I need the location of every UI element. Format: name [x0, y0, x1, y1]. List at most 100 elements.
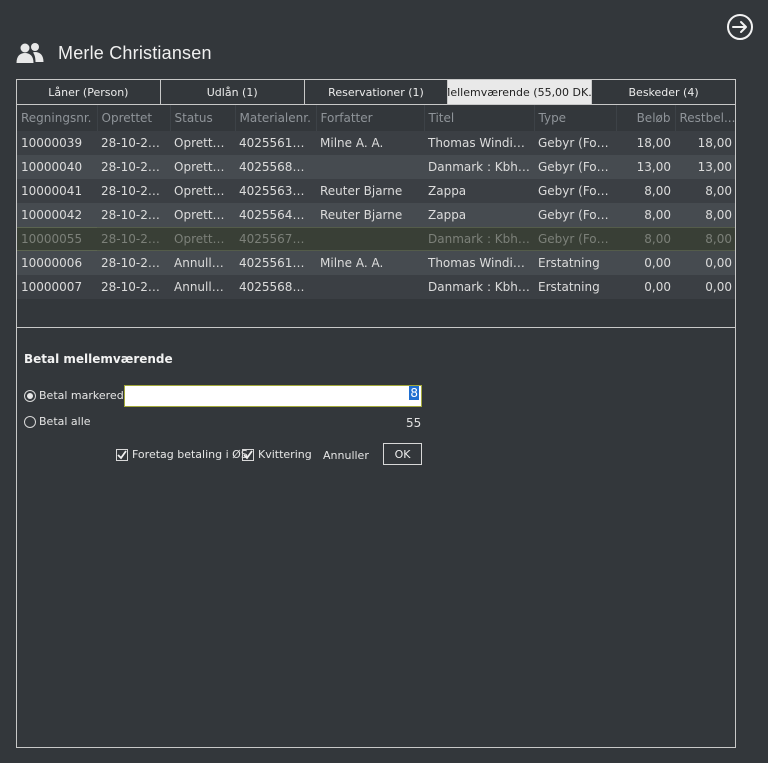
table-cell: 13,00: [675, 155, 735, 179]
arrow-right-icon: [732, 21, 747, 33]
table-cell: 28-10-2015: [97, 131, 170, 155]
pay-amount-value: 8: [409, 386, 419, 400]
table-row[interactable]: 10000042 28-10-2015 Oprettet ... 4025564672…: [17, 203, 735, 227]
tab-reservationer[interactable]: Reservationer (1): [305, 80, 449, 104]
table-cell: Reuter Bjarne: [316, 203, 424, 227]
cancel-button[interactable]: Annuller: [323, 449, 369, 462]
tab-beskeder[interactable]: Beskeder (4): [592, 80, 735, 104]
table-cell: 0,00: [675, 251, 735, 275]
radio-dot-icon: [27, 392, 33, 399]
ok-button[interactable]: OK: [383, 443, 422, 465]
table-cell: 8,00: [675, 203, 735, 227]
table-cell: 28-10-2015: [97, 179, 170, 203]
pay-selected-label: Betal markerede: [39, 389, 131, 402]
column-header[interactable]: Regningsnr.: [17, 105, 98, 131]
table-cell: Thomas Winding l...: [424, 131, 534, 155]
table-cell: Gebyr (For s...: [534, 179, 616, 203]
table-cell: [316, 275, 424, 299]
table-cell: 4025563676: [235, 179, 316, 203]
tab-bar: Låner (Person) Udlån (1) Reservationer (…: [17, 80, 735, 105]
os-payment-checkbox[interactable]: [116, 448, 128, 461]
table-cell: 8,00: [675, 227, 735, 251]
table-cell: 28-10-2015: [97, 155, 170, 179]
table-cell: 0,00: [616, 251, 675, 275]
column-header[interactable]: Titel: [424, 105, 535, 131]
table-cell: Milne A. A.: [316, 251, 424, 275]
pay-selected-radio[interactable]: [24, 389, 36, 402]
pay-all-label: Betal alle: [39, 415, 91, 428]
table-row[interactable]: 10000055 28-10-2015 Oprettet ... 4025567671…: [17, 227, 735, 251]
table-cell: Zappa: [424, 203, 534, 227]
table-cell: Gebyr (For s...: [534, 131, 616, 155]
table-cell: 4025568678: [235, 275, 316, 299]
table-row[interactable]: 10000040 28-10-2015 Oprettet ... 4025568678…: [17, 155, 735, 179]
table-cell: 10000041: [17, 179, 97, 203]
table-cell: 13,00: [616, 155, 675, 179]
column-header[interactable]: Beløb: [616, 105, 676, 131]
table-cell: 4025564672: [235, 203, 316, 227]
table-cell: Gebyr (For s...: [534, 227, 616, 251]
page-title: Merle Christiansen: [58, 42, 212, 63]
table-row[interactable]: 1000000728-10-2015Annullere...4025568678…: [17, 275, 735, 299]
os-payment-label: Foretag betaling i ØS: [132, 448, 248, 461]
table-cell: Oprettet ...: [170, 155, 235, 179]
table-cell: Erstatning: [534, 275, 616, 299]
table-cell: Oprettet ...: [170, 131, 235, 155]
tab-udlaan[interactable]: Udlån (1): [161, 80, 305, 104]
pay-all-option[interactable]: Betal alle: [24, 415, 91, 428]
table-cell: 10000007: [17, 275, 97, 299]
column-header[interactable]: Materialenr.: [235, 105, 317, 131]
table-cell: Zappa: [424, 179, 534, 203]
table-cell: 28-10-2015: [97, 227, 170, 251]
receipt-checkbox[interactable]: [242, 448, 254, 461]
table-cell: 10000039: [17, 131, 97, 155]
invoice-grid-area: Regningsnr. Oprettet Status Materialenr.…: [17, 105, 735, 328]
table-cell: Gebyr (For s...: [534, 155, 616, 179]
table-cell: [316, 227, 424, 251]
checkmark-icon: [243, 449, 253, 459]
table-cell: 8,00: [616, 179, 675, 203]
column-header[interactable]: Restbel...: [675, 105, 735, 131]
table-cell: 18,00: [616, 131, 675, 155]
payment-section: Betal mellemværende Betal markerede 8 Be…: [17, 328, 735, 748]
tab-laaner[interactable]: Låner (Person): [17, 80, 161, 104]
table-cell: 8,00: [616, 203, 675, 227]
column-header[interactable]: Oprettet: [97, 105, 171, 131]
table-cell: 10000006: [17, 251, 97, 275]
table-row[interactable]: 10000039 28-10-2015 Oprettet ... 4025561673…: [17, 131, 735, 155]
invoice-table: Regningsnr. Oprettet Status Materialenr.…: [17, 105, 735, 299]
table-cell: [316, 155, 424, 179]
main-panel: Låner (Person) Udlån (1) Reservationer (…: [16, 79, 736, 748]
pay-selected-option[interactable]: Betal markerede: [24, 389, 130, 402]
table-cell: 10000042: [17, 203, 97, 227]
table-cell: Danmark : Kbh. : 1...: [424, 275, 534, 299]
table-cell: Annullere...: [170, 251, 235, 275]
column-header[interactable]: Status: [170, 105, 236, 131]
tab-mellemvaerende[interactable]: Mellemværende (55,00 DK...: [448, 80, 593, 104]
pay-amount-input[interactable]: 8: [124, 385, 422, 407]
table-cell: 4025567671: [235, 227, 316, 251]
forward-arrow-button[interactable]: [727, 14, 753, 40]
pay-all-amount: 55: [406, 416, 422, 430]
table-cell: 4025568678: [235, 155, 316, 179]
table-cell: Reuter Bjarne: [316, 179, 424, 203]
receipt-option[interactable]: Kvittering: [242, 448, 312, 461]
table-cell: Danmark : Kbh. : 1...: [424, 227, 534, 251]
column-header[interactable]: Forfatter: [316, 105, 425, 131]
payment-title: Betal mellemværende: [24, 352, 173, 366]
receipt-label: Kvittering: [258, 448, 312, 461]
table-row[interactable]: 1000000628-10-2015Annullere...4025561673…: [17, 251, 735, 275]
table-body: 10000039 28-10-2015 Oprettet ... 4025561673…: [17, 131, 735, 299]
table-cell: Danmark : Kbh. : 1...: [424, 155, 534, 179]
table-row[interactable]: 10000041 28-10-2015 Oprettet ... 4025563676…: [17, 179, 735, 203]
checkmark-icon: [117, 449, 127, 459]
table-cell: 18,00: [675, 131, 735, 155]
os-payment-option[interactable]: Foretag betaling i ØS: [116, 448, 248, 461]
table-cell: 8,00: [616, 227, 675, 251]
pay-all-radio[interactable]: [24, 415, 36, 428]
column-header[interactable]: Type: [534, 105, 617, 131]
table-cell: Annullere...: [170, 275, 235, 299]
table-cell: 28-10-2015: [97, 203, 170, 227]
users-icon: [16, 43, 44, 63]
table-cell: 0,00: [675, 275, 735, 299]
